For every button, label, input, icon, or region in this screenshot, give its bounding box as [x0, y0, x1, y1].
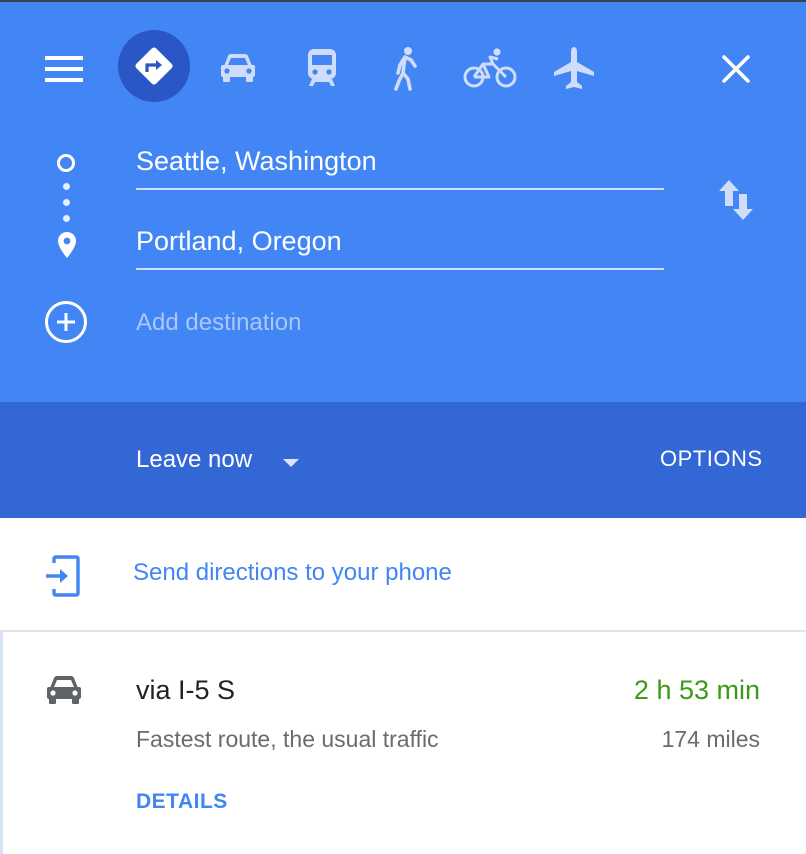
- destination-pin-icon: [55, 230, 79, 262]
- menu-button[interactable]: [38, 47, 90, 91]
- train-icon: [308, 49, 336, 86]
- route-card[interactable]: via I-5 S 2 h 53 min Fastest route, the …: [0, 632, 806, 854]
- add-destination-button[interactable]: [42, 298, 90, 346]
- swap-button[interactable]: [712, 174, 760, 226]
- close-icon: [722, 55, 750, 83]
- send-to-phone-icon: [46, 555, 80, 597]
- route-dot: [63, 199, 70, 206]
- mode-transit-button[interactable]: [298, 44, 346, 92]
- add-circle-icon: [45, 301, 87, 343]
- mode-driving-button[interactable]: [214, 44, 262, 92]
- mode-best-button[interactable]: [118, 30, 190, 102]
- swap-vertical-icon: [719, 180, 753, 220]
- menu-icon: [45, 56, 83, 82]
- mode-walking-button[interactable]: [382, 44, 430, 92]
- car-icon: [221, 54, 255, 82]
- departure-bar: Leave now OPTIONS: [0, 402, 806, 518]
- destination-underline: [136, 268, 664, 270]
- route-title: via I-5 S: [136, 675, 236, 705]
- route-details-button[interactable]: DETAILS: [136, 790, 228, 814]
- mode-cycling-button[interactable]: [462, 44, 518, 92]
- origin-underline: [136, 188, 664, 190]
- route-dot: [63, 183, 70, 190]
- close-button[interactable]: [712, 45, 760, 93]
- bicycle-icon: [463, 48, 517, 88]
- route-description: Fastest route, the usual traffic: [136, 726, 439, 752]
- route-distance: 174 miles: [661, 726, 760, 752]
- send-to-phone-row[interactable]: Send directions to your phone: [0, 518, 806, 630]
- add-destination-input[interactable]: Add destination: [136, 309, 301, 337]
- directions-header: Seattle, Washington Portland, Oregon Add…: [0, 2, 806, 402]
- dropdown-arrow-icon: [283, 459, 299, 467]
- origin-marker-icon: [55, 152, 77, 174]
- options-button[interactable]: OPTIONS: [660, 446, 763, 472]
- send-to-phone-link[interactable]: Send directions to your phone: [133, 559, 452, 587]
- route-dot: [63, 215, 70, 222]
- airplane-icon: [554, 47, 594, 89]
- walking-icon: [394, 47, 417, 91]
- route-duration: 2 h 53 min: [633, 675, 760, 705]
- destination-input[interactable]: Portland, Oregon: [136, 224, 342, 258]
- car-icon: [47, 676, 81, 704]
- mode-flights-button[interactable]: [550, 42, 598, 94]
- origin-input[interactable]: Seattle, Washington: [136, 144, 377, 178]
- leave-time-label: Leave now: [136, 446, 253, 473]
- leave-time-dropdown[interactable]: Leave now: [136, 446, 316, 480]
- directions-icon: [135, 47, 173, 85]
